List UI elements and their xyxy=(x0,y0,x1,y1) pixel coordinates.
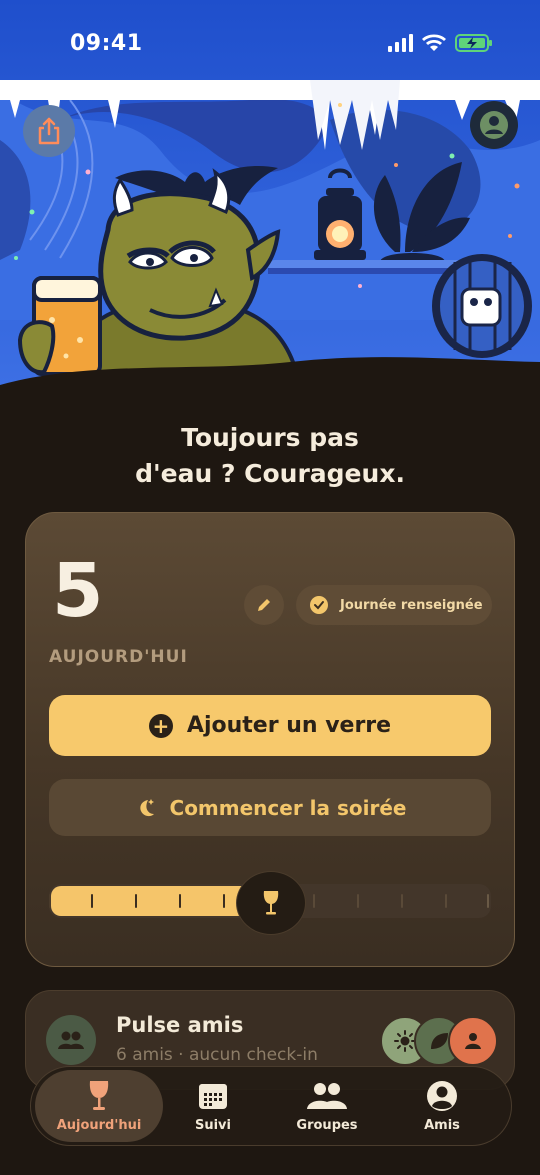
tab-tracking[interactable]: Suivi xyxy=(175,1070,251,1142)
headline-line-2: d'eau ? Courageux. xyxy=(135,459,405,488)
slider-tick xyxy=(49,894,51,908)
friends-pulse-subtitle: 6 amis · aucun check-in xyxy=(116,1045,318,1065)
check-circle-icon xyxy=(310,596,328,614)
wifi-icon xyxy=(422,34,446,51)
status-time: 09:41 xyxy=(70,31,143,56)
tab-groups[interactable]: Groupes xyxy=(284,1070,370,1142)
slider-tick xyxy=(179,894,181,908)
slider-tick xyxy=(401,894,403,908)
tab-today-label: Aujourd'hui xyxy=(56,1118,142,1133)
people-icon xyxy=(307,1083,347,1109)
share-icon xyxy=(38,117,60,145)
slider-thumb[interactable] xyxy=(236,871,306,935)
drink-count: 5 xyxy=(52,548,104,634)
slider-tick xyxy=(135,894,137,908)
pencil-icon xyxy=(258,599,270,611)
tab-friends-label: Amis xyxy=(424,1118,460,1133)
slider-tick xyxy=(357,894,359,908)
slider-tick xyxy=(91,894,93,908)
start-night-label: Commencer la soirée xyxy=(169,795,407,820)
slider-tick xyxy=(223,894,225,908)
tab-groups-label: Groupes xyxy=(296,1118,358,1133)
profile-button[interactable] xyxy=(470,101,518,149)
tab-today[interactable]: Aujourd'hui xyxy=(35,1070,163,1142)
person-avatar xyxy=(448,1016,498,1066)
sun-icon xyxy=(394,1030,416,1052)
share-button[interactable] xyxy=(23,105,75,157)
slider-tick xyxy=(313,894,315,908)
slider-tick xyxy=(487,894,489,908)
person-circle-icon xyxy=(427,1081,457,1111)
tab-tracking-label: Suivi xyxy=(194,1118,231,1133)
friends-icon xyxy=(46,1015,96,1065)
wine-glass-icon xyxy=(263,891,279,915)
battery-charging-icon xyxy=(455,34,492,52)
friends-pulse-title: Pulse amis xyxy=(116,1013,244,1037)
day-logged-badge: Journée renseignée xyxy=(296,585,492,625)
calendar-icon xyxy=(199,1084,227,1109)
cellular-signal-icon xyxy=(388,34,413,52)
add-drink-button[interactable]: + Ajouter un verre xyxy=(49,695,491,756)
person-icon xyxy=(465,1033,481,1049)
headline-line-1: Toujours pas xyxy=(181,423,359,452)
start-night-button[interactable]: Commencer la soirée xyxy=(49,779,491,836)
slider-tick xyxy=(445,894,447,908)
moon-stars-icon xyxy=(139,798,154,816)
day-logged-label: Journée renseignée xyxy=(340,597,483,613)
plus-circle-icon: + xyxy=(148,713,173,738)
leaf-icon xyxy=(431,1033,448,1049)
person-icon xyxy=(480,111,508,139)
wine-glass-icon xyxy=(89,1081,109,1110)
tab-friends[interactable]: Amis xyxy=(404,1070,480,1142)
edit-button[interactable] xyxy=(244,585,284,625)
add-drink-label: Ajouter un verre xyxy=(186,713,392,738)
page-headline: Toujours pas d'eau ? Courageux. xyxy=(0,420,540,492)
status-bar: 09:41 xyxy=(0,0,540,88)
count-label: AUJOURD'HUI xyxy=(49,647,188,667)
